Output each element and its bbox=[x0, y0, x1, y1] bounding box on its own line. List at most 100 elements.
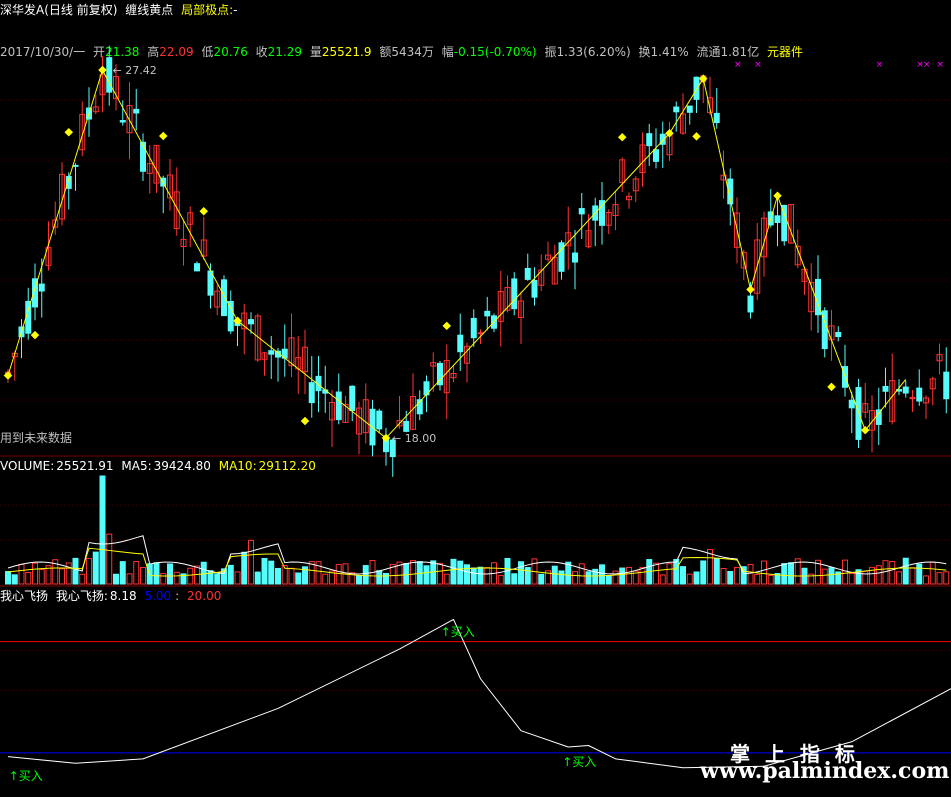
stock-chart-window: 深华发A(日线 前复权) 缠线黄点 局部极点:- 2017/10/30/一 开2… bbox=[0, 0, 951, 797]
candle-body bbox=[248, 319, 254, 325]
volume-bar bbox=[862, 570, 869, 585]
volume-bar bbox=[275, 567, 281, 585]
candle-body bbox=[403, 420, 410, 432]
extreme-point-dot bbox=[746, 285, 755, 294]
extreme-point-dot bbox=[30, 330, 40, 340]
candle-body bbox=[376, 410, 383, 430]
volume-bar bbox=[518, 561, 524, 585]
volume-bar bbox=[200, 561, 207, 585]
volume-bar bbox=[558, 570, 565, 585]
volume-bar bbox=[943, 571, 950, 585]
candle-body bbox=[335, 391, 342, 421]
volume-bar bbox=[106, 533, 113, 585]
volume-bar bbox=[59, 568, 65, 585]
volume-bar bbox=[916, 563, 923, 585]
chart-canvas[interactable]: ← 27.42← 18.00× × × × × ×↑买入↑买入↑买入 bbox=[0, 0, 951, 797]
candle-body bbox=[875, 409, 882, 425]
extreme-point-dot bbox=[692, 132, 701, 141]
candle-body bbox=[119, 120, 126, 123]
volume-bar bbox=[727, 571, 734, 585]
volume-bar bbox=[896, 571, 902, 585]
volume-bar bbox=[659, 574, 666, 585]
volume-bar bbox=[5, 571, 11, 585]
extreme-point-dot bbox=[64, 127, 73, 137]
watermark-url: www.palmindex.com bbox=[700, 758, 950, 784]
volume-bar bbox=[923, 575, 929, 585]
volume-bar bbox=[511, 573, 518, 585]
candle-body bbox=[268, 350, 275, 355]
volume-bar bbox=[686, 573, 693, 585]
volume-bar bbox=[680, 566, 686, 585]
volume-bar bbox=[551, 565, 558, 585]
signal-marker: × bbox=[937, 60, 945, 70]
volume-bar bbox=[248, 539, 254, 585]
candle-body bbox=[194, 263, 200, 272]
volume-bar bbox=[65, 562, 72, 585]
candle-body bbox=[38, 283, 45, 292]
volume-bar bbox=[362, 565, 369, 585]
extreme-point-dot bbox=[159, 131, 168, 141]
volume-bar bbox=[376, 570, 383, 585]
candle-body bbox=[902, 386, 909, 394]
candle-body bbox=[673, 106, 680, 113]
candle-body bbox=[106, 57, 113, 93]
volume-bar bbox=[673, 559, 680, 585]
volume-bar bbox=[875, 565, 882, 585]
volume-bar bbox=[99, 475, 106, 585]
candle-body bbox=[133, 108, 140, 114]
candle-body bbox=[781, 204, 788, 242]
volume-bar bbox=[295, 572, 302, 585]
volume-bar bbox=[605, 575, 612, 585]
volume-bar bbox=[457, 560, 464, 585]
volume-bar bbox=[538, 573, 545, 585]
max-price-label: ← 27.42 bbox=[113, 64, 157, 77]
volume-bar bbox=[140, 567, 146, 585]
volume-bar bbox=[767, 574, 774, 585]
volume-bar bbox=[173, 571, 180, 585]
volume-bar bbox=[909, 567, 916, 585]
candle-body bbox=[531, 279, 538, 298]
volume-bar bbox=[403, 563, 410, 585]
volume-bar bbox=[11, 574, 18, 585]
buy-signal-label: ↑买入 bbox=[9, 769, 43, 783]
signal-marker: × bbox=[923, 60, 931, 70]
buy-signal-label: ↑买入 bbox=[562, 755, 596, 769]
volume-bar bbox=[734, 566, 740, 585]
signal-marker: × bbox=[734, 60, 742, 70]
volume-bar bbox=[761, 560, 767, 585]
extreme-point-dot bbox=[199, 206, 208, 216]
signal-marker: × bbox=[876, 60, 884, 70]
volume-bar bbox=[747, 563, 754, 585]
candle-body bbox=[470, 317, 477, 339]
volume-bar bbox=[450, 558, 457, 585]
volume-bar bbox=[653, 562, 659, 585]
volume-bar bbox=[693, 571, 700, 585]
volume-bar bbox=[828, 567, 835, 585]
volume-bar bbox=[612, 570, 619, 585]
volume-bar bbox=[707, 549, 713, 585]
candle-body bbox=[457, 334, 464, 353]
volume-bar bbox=[383, 572, 389, 585]
zigzag-line bbox=[7, 68, 907, 439]
volume-bar bbox=[720, 567, 727, 585]
volume-bar bbox=[842, 559, 848, 585]
volume-bar bbox=[335, 564, 342, 585]
volume-bar bbox=[79, 573, 86, 585]
volume-bar bbox=[86, 557, 92, 585]
candle-body bbox=[72, 164, 79, 167]
volume-bar bbox=[126, 573, 133, 585]
candle-body bbox=[835, 331, 842, 338]
volume-bar bbox=[599, 564, 605, 585]
candle-body bbox=[646, 133, 653, 147]
candle-body bbox=[943, 371, 950, 400]
volume-bar bbox=[268, 560, 275, 585]
extreme-point-dot bbox=[98, 65, 107, 75]
candle-body bbox=[578, 208, 585, 215]
volume-bar bbox=[160, 573, 167, 585]
volume-bar bbox=[781, 563, 788, 585]
volume-bar bbox=[227, 564, 234, 585]
volume-bar bbox=[477, 566, 484, 585]
volume-bar bbox=[437, 562, 443, 585]
volume-bar bbox=[167, 563, 173, 585]
volume-bar bbox=[619, 567, 626, 585]
